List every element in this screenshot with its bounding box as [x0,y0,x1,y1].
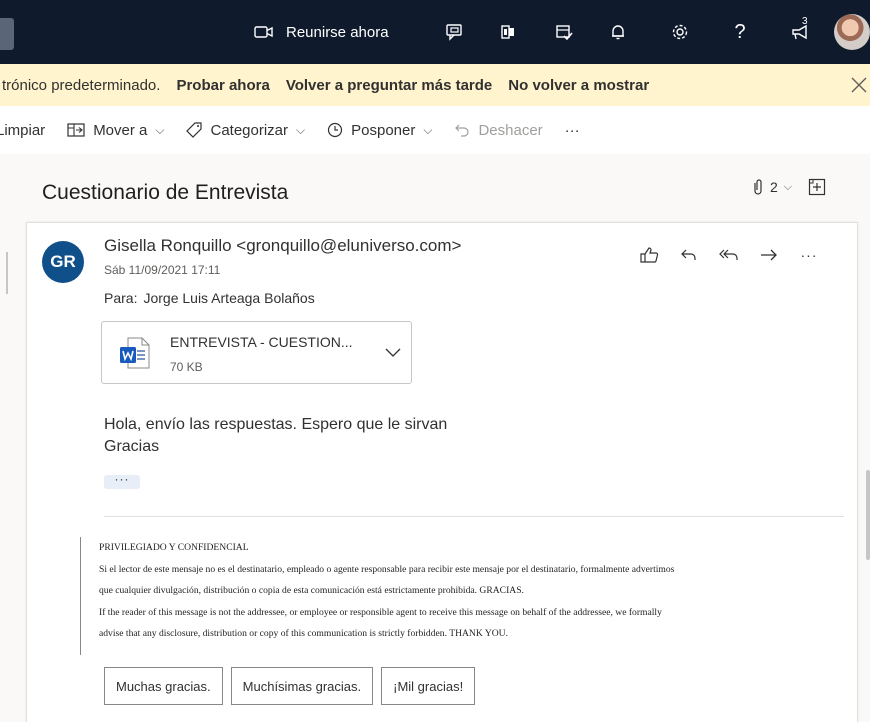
scrollbar[interactable] [866,470,870,560]
meet-now-button[interactable]: Reunirse ahora [254,0,414,64]
legal-line: PRIVILEGIADO Y CONFIDENCIAL [99,542,249,553]
try-now-link[interactable]: Probar ahora [176,77,269,94]
ask-later-link[interactable]: Volver a preguntar más tarde [286,77,492,94]
categorize-button[interactable]: Categorizar ⌵ [186,122,305,139]
suggested-reply-button[interactable]: Muchas gracias. [104,667,223,705]
recipients: Para: Jorge Luis Arteaga Bolaños [104,290,315,306]
user-avatar[interactable] [834,14,870,50]
attachment-count: 2 [770,179,778,195]
show-more-button[interactable]: ··· [104,473,140,489]
move-to-button[interactable]: Mover a ⌵ [67,122,164,139]
body-line: Hola, envío las respuestas. Espero que l… [104,416,448,433]
forward-icon [761,249,777,261]
suggested-reply-button[interactable]: Muchísimas gracias. [230,667,374,705]
forward-button[interactable] [756,244,782,266]
attachment-size: 70 KB [170,360,203,374]
command-bar: Limpiar Mover a ⌵ Categorizar ⌵ Posponer… [0,106,870,154]
message-actions: ··· [636,244,822,266]
suggested-reply-button[interactable]: ¡Mil gracias! [381,667,476,705]
word-document-icon [120,337,150,369]
snooze-button[interactable]: Posponer ⌵ [327,122,432,139]
chevron-down-icon[interactable] [384,346,402,358]
more-icon: ··· [800,247,818,263]
confidentiality-notice: PRIVILEGIADO Y CONFIDENCIAL Si el lector… [80,537,820,655]
office-button[interactable] [490,0,526,64]
close-icon[interactable] [848,74,870,96]
settings-button[interactable] [662,0,698,64]
more-commands-button[interactable]: ··· [565,122,580,139]
like-button[interactable] [636,244,662,266]
video-icon [254,26,273,38]
legal-line: Si el lector de este mensaje no es el de… [99,563,675,575]
recipient-name[interactable]: Jorge Luis Arteaga Bolaños [143,290,314,306]
legal-line: advise that any disclosure, distribution… [99,628,509,639]
feedback-button[interactable] [782,0,818,64]
never-show-link[interactable]: No volver a mostrar [508,77,649,94]
meet-now-label: Reunirse ahora [286,23,389,41]
notifications-button[interactable] [600,0,636,64]
clean-label: Limpiar [0,121,46,139]
feedback-badge: 3 [802,16,808,27]
reply-icon [681,249,696,260]
gear-icon [672,24,688,40]
message-body: Hola, envío las respuestas. Espero que l… [104,414,447,458]
clean-button[interactable]: Limpiar [0,122,45,139]
suggested-replies: Muchas gracias. Muchísimas gracias. ¡Mil… [104,667,476,705]
top-bar: Reunirse ahora ? 3 [0,0,870,64]
more-icon: ··· [564,121,580,139]
legal-line: que cualquier divulgación, distribución … [99,585,524,596]
reply-all-icon [719,249,738,260]
chevron-down-icon[interactable]: ⌵ [784,181,792,194]
chat-icon [446,24,462,41]
bell-icon [612,25,624,40]
office-icon [501,25,514,39]
sent-date: Sáb 11/09/2021 17:11 [104,263,221,277]
chevron-down-icon: ⌵ [423,122,433,137]
snooze-label: Posponer [351,121,416,139]
clock-icon [328,122,343,138]
legal-line: If the reader of this message is not the… [99,606,662,618]
undo-button[interactable]: Deshacer [454,121,543,139]
chevron-down-icon: ⌵ [296,122,306,137]
move-icon [67,123,85,137]
email-subject: Cuestionario de Entrevista [42,181,289,204]
reply-button[interactable] [676,244,702,266]
chevron-down-icon: ⌵ [155,122,165,137]
sender-address[interactable]: Gisella Ronquillo <gronquillo@eluniverso… [104,236,461,256]
attachment-card[interactable]: ENTREVISTA - CUESTION... 70 KB [101,321,412,384]
attachment-name: ENTREVISTA - CUESTION... [170,334,353,350]
notification-bar: trónico predeterminado. Probar ahora Vol… [0,64,870,106]
to-label: Para: [104,290,138,306]
undo-label: Deshacer [478,121,543,139]
left-pane-edge [0,252,8,294]
more-actions-button[interactable]: ··· [796,244,822,266]
calendar-check-icon [556,25,573,41]
body-line: Gracias [104,438,160,455]
move-to-label: Mover a [93,121,148,139]
search-box-edge[interactable] [0,18,14,50]
reply-all-button[interactable] [716,244,742,266]
thumbs-up-icon [640,247,659,263]
help-button[interactable]: ? [722,0,758,64]
chat-button[interactable] [436,0,472,64]
paperclip-icon [754,179,762,195]
undo-icon [455,124,470,137]
categorize-label: Categorizar [210,121,289,139]
sender-avatar[interactable]: GR [42,241,84,283]
expand-icon[interactable] [808,178,826,196]
tag-icon [186,122,203,138]
divider [104,516,844,517]
subject-tools: 2 ⌵ [752,178,826,196]
help-icon: ? [734,20,746,43]
notification-message: trónico predeterminado. [2,76,161,94]
calendar-check-button[interactable] [546,0,582,64]
